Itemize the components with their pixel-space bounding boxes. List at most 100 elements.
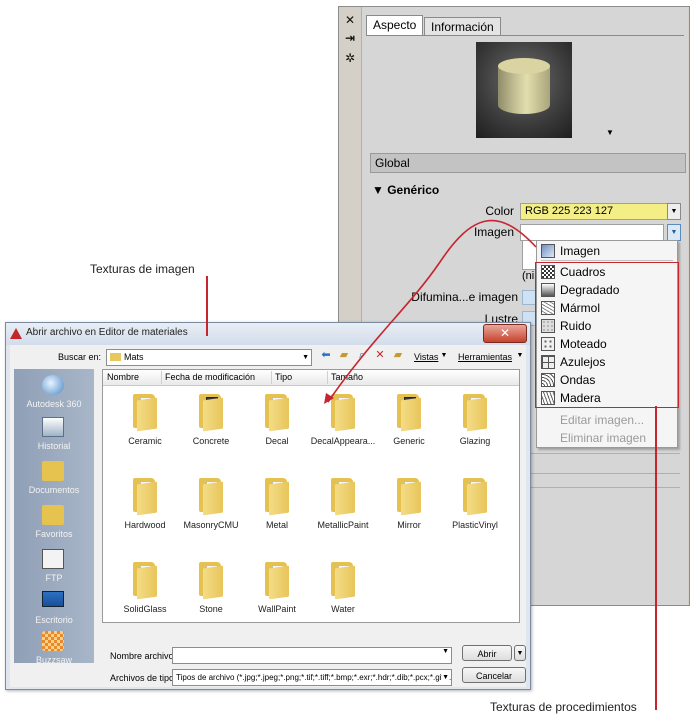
- folder-item[interactable]: DecalAppeara...: [309, 392, 377, 462]
- place-escritorio[interactable]: Escritorio: [14, 591, 94, 635]
- place-label: Documentos: [28, 485, 80, 495]
- autocad-logo-icon: [10, 328, 22, 339]
- open-button[interactable]: Abrir: [462, 645, 512, 661]
- folder-item[interactable]: Glazing: [441, 392, 509, 462]
- search-web-icon[interactable]: ⌕: [356, 350, 368, 361]
- chevron-down-icon: ▼: [302, 354, 309, 361]
- material-preview-image: [476, 42, 572, 138]
- folder-icon: [265, 478, 291, 516]
- place-historial[interactable]: Historial: [14, 417, 94, 461]
- views-menu[interactable]: Vistas: [414, 352, 438, 362]
- column-tamano[interactable]: Tamaño: [327, 371, 385, 384]
- folder-item[interactable]: Metal: [243, 476, 311, 546]
- folder-icon: [397, 478, 423, 516]
- folder-item[interactable]: Stone: [177, 560, 245, 630]
- folder-item[interactable]: Mirror: [375, 476, 443, 546]
- folder-icon: [199, 562, 225, 600]
- history-icon: [42, 417, 64, 437]
- section-generico[interactable]: ▼ Genérico: [372, 183, 439, 197]
- places-bar: Autodesk 360 Historial Documentos Favori…: [14, 369, 94, 665]
- folder-item[interactable]: WallPaint: [243, 560, 311, 630]
- folder-icon: [331, 562, 357, 600]
- file-list-header: Nombre Fecha de modificación Tipo Tamaño: [103, 370, 519, 386]
- place-label: Autodesk 360: [26, 399, 82, 409]
- folder-item[interactable]: Concrete: [177, 392, 245, 462]
- place-favoritos[interactable]: Favoritos: [14, 505, 94, 549]
- ftp-icon: [42, 549, 64, 569]
- chevron-down-icon: ▼: [442, 670, 449, 685]
- dialog-body: Buscar en: Mats ▼ ⬅ ▰ ⌕ ✕ ▰ Vistas ▼ Her…: [10, 345, 526, 687]
- close-icon: ✕: [499, 326, 511, 340]
- cloud-icon: [42, 375, 64, 395]
- menu-item-imagen[interactable]: Imagen: [539, 242, 675, 260]
- place-buzzsaw[interactable]: Buzzsaw: [14, 631, 94, 675]
- folder-icon: [331, 478, 357, 516]
- folder-item[interactable]: PlasticVinyl: [441, 476, 509, 546]
- cancel-button[interactable]: Cancelar: [462, 667, 526, 683]
- folder-item[interactable]: Decal: [243, 392, 311, 462]
- color-field[interactable]: RGB 225 223 127: [520, 203, 668, 220]
- chevron-down-icon[interactable]: ▼: [438, 350, 450, 361]
- favorites-icon: [42, 505, 64, 525]
- folder-item[interactable]: SolidGlass: [111, 560, 179, 630]
- color-dropdown-button[interactable]: ▼: [667, 203, 681, 220]
- dialog-title: Abrir archivo en Editor de materiales: [26, 327, 188, 338]
- settings-icon[interactable]: ✲: [343, 51, 357, 65]
- procedural-highlight-box: [535, 262, 679, 408]
- annotation-line: [655, 406, 657, 710]
- back-arrow-icon[interactable]: ⬅: [320, 350, 332, 361]
- place-ftp[interactable]: FTP: [14, 549, 94, 593]
- up-folder-icon[interactable]: ▰: [338, 350, 350, 361]
- new-folder-icon[interactable]: ▰: [392, 350, 404, 361]
- folder-item[interactable]: MasonryCMU: [177, 476, 245, 546]
- buzzsaw-icon: [42, 631, 64, 651]
- close-icon[interactable]: ✕: [343, 13, 357, 27]
- annotation-image-textures: Texturas de imagen: [90, 262, 195, 276]
- column-nombre[interactable]: Nombre: [103, 371, 162, 384]
- folder-item[interactable]: Water: [309, 560, 377, 630]
- lookin-combo[interactable]: Mats ▼: [106, 349, 312, 366]
- image-dropdown-button[interactable]: ▼: [667, 224, 681, 241]
- folder-icon: [265, 562, 291, 600]
- section-global[interactable]: Global: [370, 153, 686, 173]
- filename-label: Nombre archivo:: [110, 651, 177, 661]
- image-field[interactable]: [520, 224, 664, 241]
- column-tipo[interactable]: Tipo: [271, 371, 328, 384]
- lookin-label: Buscar en:: [58, 352, 102, 362]
- place-label: FTP: [45, 573, 63, 583]
- chevron-down-icon[interactable]: ▼: [514, 350, 526, 361]
- filename-input[interactable]: ▼: [172, 647, 452, 664]
- image-icon: [541, 244, 555, 258]
- dialog-close-button[interactable]: ✕: [483, 324, 527, 343]
- place-label: Favoritos: [35, 529, 73, 539]
- folder-icon: [463, 478, 489, 516]
- preview-cylinder-top: [498, 58, 550, 74]
- filetype-select[interactable]: Tipos de archivo (*.jpg;*.jpeg;*.png;*.t…: [172, 669, 452, 686]
- preview-options-icon[interactable]: ▼: [606, 128, 614, 137]
- folder-icon: [199, 394, 225, 432]
- folder-icon: [133, 562, 159, 600]
- lookin-value: Mats: [124, 352, 144, 362]
- tab-informacion[interactable]: Información: [424, 17, 501, 36]
- folder-item[interactable]: Hardwood: [111, 476, 179, 546]
- folder-icon: [463, 394, 489, 432]
- place-label: Buzzsaw: [35, 655, 72, 665]
- column-fecha[interactable]: Fecha de modificación: [161, 371, 272, 384]
- pin-icon[interactable]: ⇥: [343, 31, 357, 45]
- folder-icon: [133, 394, 159, 432]
- tools-menu[interactable]: Herramientas: [458, 352, 512, 362]
- open-options-button[interactable]: ▼: [514, 645, 526, 661]
- place-autodesk-360[interactable]: Autodesk 360: [14, 375, 94, 419]
- folder-item[interactable]: MetallicPaint: [309, 476, 377, 546]
- dialog-titlebar[interactable]: Abrir archivo en Editor de materiales ✕: [6, 323, 530, 345]
- collapse-triangle-icon: ▼: [372, 183, 388, 197]
- folder-item[interactable]: Generic: [375, 392, 443, 462]
- place-documentos[interactable]: Documentos: [14, 461, 94, 505]
- folder-item[interactable]: Ceramic: [111, 392, 179, 462]
- section-generico-label: Genérico: [387, 183, 440, 197]
- material-preview-area: ▼: [366, 35, 684, 146]
- menu-separator: [541, 260, 673, 261]
- file-list: Nombre Fecha de modificación Tipo Tamaño…: [102, 369, 520, 623]
- tab-aspecto[interactable]: Aspecto: [366, 15, 424, 36]
- delete-icon[interactable]: ✕: [374, 350, 386, 361]
